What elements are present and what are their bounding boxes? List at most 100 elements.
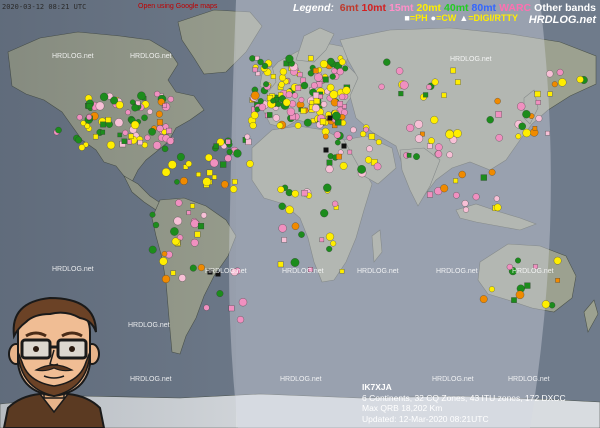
qso-marker[interactable]	[224, 154, 232, 162]
qso-marker[interactable]	[197, 264, 205, 272]
qso-marker[interactable]	[363, 126, 369, 133]
qso-marker[interactable]	[427, 191, 433, 198]
qso-marker[interactable]	[551, 81, 558, 88]
qso-marker[interactable]	[278, 224, 287, 233]
qso-marker[interactable]	[518, 122, 526, 131]
qso-marker[interactable]	[413, 153, 420, 160]
qso-marker[interactable]	[458, 170, 466, 179]
qso-marker[interactable]	[166, 137, 175, 145]
qso-marker[interactable]	[295, 85, 302, 91]
qso-marker[interactable]	[156, 110, 163, 118]
qso-marker[interactable]	[236, 316, 245, 324]
qso-marker[interactable]	[122, 129, 129, 136]
qso-marker[interactable]	[556, 68, 564, 76]
qso-marker[interactable]	[141, 114, 148, 122]
qso-marker[interactable]	[399, 80, 409, 90]
qso-marker[interactable]	[327, 115, 333, 121]
qso-marker[interactable]	[368, 133, 375, 140]
qso-marker[interactable]	[291, 222, 300, 230]
qso-marker[interactable]	[221, 180, 229, 189]
qso-marker[interactable]	[336, 153, 342, 160]
qso-marker[interactable]	[291, 92, 299, 99]
qso-marker[interactable]	[414, 120, 423, 129]
qso-marker[interactable]	[254, 55, 260, 61]
qso-marker[interactable]	[178, 274, 187, 282]
qso-marker[interactable]	[332, 200, 339, 207]
qso-marker[interactable]	[246, 160, 254, 168]
qso-marker[interactable]	[515, 290, 525, 300]
qso-marker[interactable]	[114, 118, 124, 127]
qso-marker[interactable]	[278, 202, 286, 210]
qso-marker[interactable]	[285, 54, 294, 63]
qso-marker[interactable]	[152, 221, 160, 229]
qso-marker[interactable]	[127, 139, 132, 145]
qso-marker[interactable]	[161, 251, 168, 257]
qso-marker[interactable]	[245, 138, 252, 145]
qso-marker[interactable]	[332, 111, 341, 121]
qso-marker[interactable]	[541, 300, 550, 309]
qso-marker[interactable]	[212, 174, 217, 180]
qso-marker[interactable]	[326, 83, 335, 92]
qso-marker[interactable]	[553, 256, 562, 265]
qso-marker[interactable]	[414, 134, 424, 143]
qso-marker[interactable]	[323, 133, 329, 140]
qso-marker[interactable]	[197, 223, 205, 230]
qso-marker[interactable]	[446, 151, 453, 159]
qso-marker[interactable]	[291, 190, 299, 198]
qso-marker[interactable]	[277, 261, 284, 268]
qso-marker[interactable]	[479, 295, 488, 303]
qso-marker[interactable]	[285, 91, 293, 98]
qso-marker[interactable]	[339, 162, 348, 170]
open-google-maps-link[interactable]: Open using Google maps	[138, 3, 217, 10]
qso-marker[interactable]	[327, 57, 335, 66]
qso-marker[interactable]	[535, 100, 541, 105]
qso-marker[interactable]	[286, 107, 295, 116]
qso-marker[interactable]	[329, 73, 336, 80]
qso-marker[interactable]	[95, 101, 105, 111]
qso-marker[interactable]	[279, 74, 286, 82]
qso-marker[interactable]	[228, 305, 235, 312]
qso-marker[interactable]	[175, 199, 183, 207]
qso-marker[interactable]	[319, 60, 328, 68]
qso-marker[interactable]	[423, 92, 429, 98]
qso-marker[interactable]	[86, 114, 92, 121]
qso-marker[interactable]	[272, 114, 280, 122]
qso-marker[interactable]	[453, 192, 460, 199]
qso-marker[interactable]	[515, 133, 522, 140]
qso-marker[interactable]	[314, 73, 323, 82]
qso-marker[interactable]	[275, 101, 282, 107]
qso-marker[interactable]	[167, 96, 174, 103]
qso-marker[interactable]	[311, 104, 320, 113]
qso-marker[interactable]	[238, 298, 248, 307]
qso-marker[interactable]	[524, 282, 531, 289]
qso-marker[interactable]	[545, 130, 550, 136]
qso-marker[interactable]	[80, 120, 87, 126]
qso-marker[interactable]	[156, 119, 163, 126]
qso-marker[interactable]	[325, 232, 335, 241]
qso-marker[interactable]	[431, 78, 439, 86]
map-view[interactable]: 2020-03-12 08:21 UTC Open using Google m…	[0, 0, 600, 428]
qso-marker[interactable]	[174, 179, 180, 185]
qso-marker[interactable]	[311, 82, 318, 89]
qso-marker[interactable]	[325, 165, 334, 174]
qso-marker[interactable]	[128, 133, 134, 139]
qso-marker[interactable]	[282, 98, 291, 107]
qso-marker[interactable]	[189, 264, 197, 272]
qso-marker[interactable]	[320, 209, 329, 218]
qso-marker[interactable]	[301, 190, 308, 197]
qso-marker[interactable]	[548, 302, 556, 309]
qso-marker[interactable]	[450, 67, 456, 74]
qso-marker[interactable]	[298, 96, 305, 103]
qso-marker[interactable]	[532, 126, 538, 131]
qso-marker[interactable]	[298, 231, 305, 238]
qso-marker[interactable]	[170, 270, 176, 276]
qso-marker[interactable]	[546, 70, 554, 78]
qso-marker[interactable]	[555, 278, 560, 283]
qso-marker[interactable]	[244, 133, 251, 140]
qso-marker[interactable]	[226, 148, 233, 155]
qso-marker[interactable]	[205, 153, 213, 162]
qso-marker[interactable]	[406, 123, 415, 132]
qso-marker[interactable]	[350, 126, 357, 134]
qso-marker[interactable]	[547, 91, 553, 97]
qso-marker[interactable]	[216, 290, 224, 298]
